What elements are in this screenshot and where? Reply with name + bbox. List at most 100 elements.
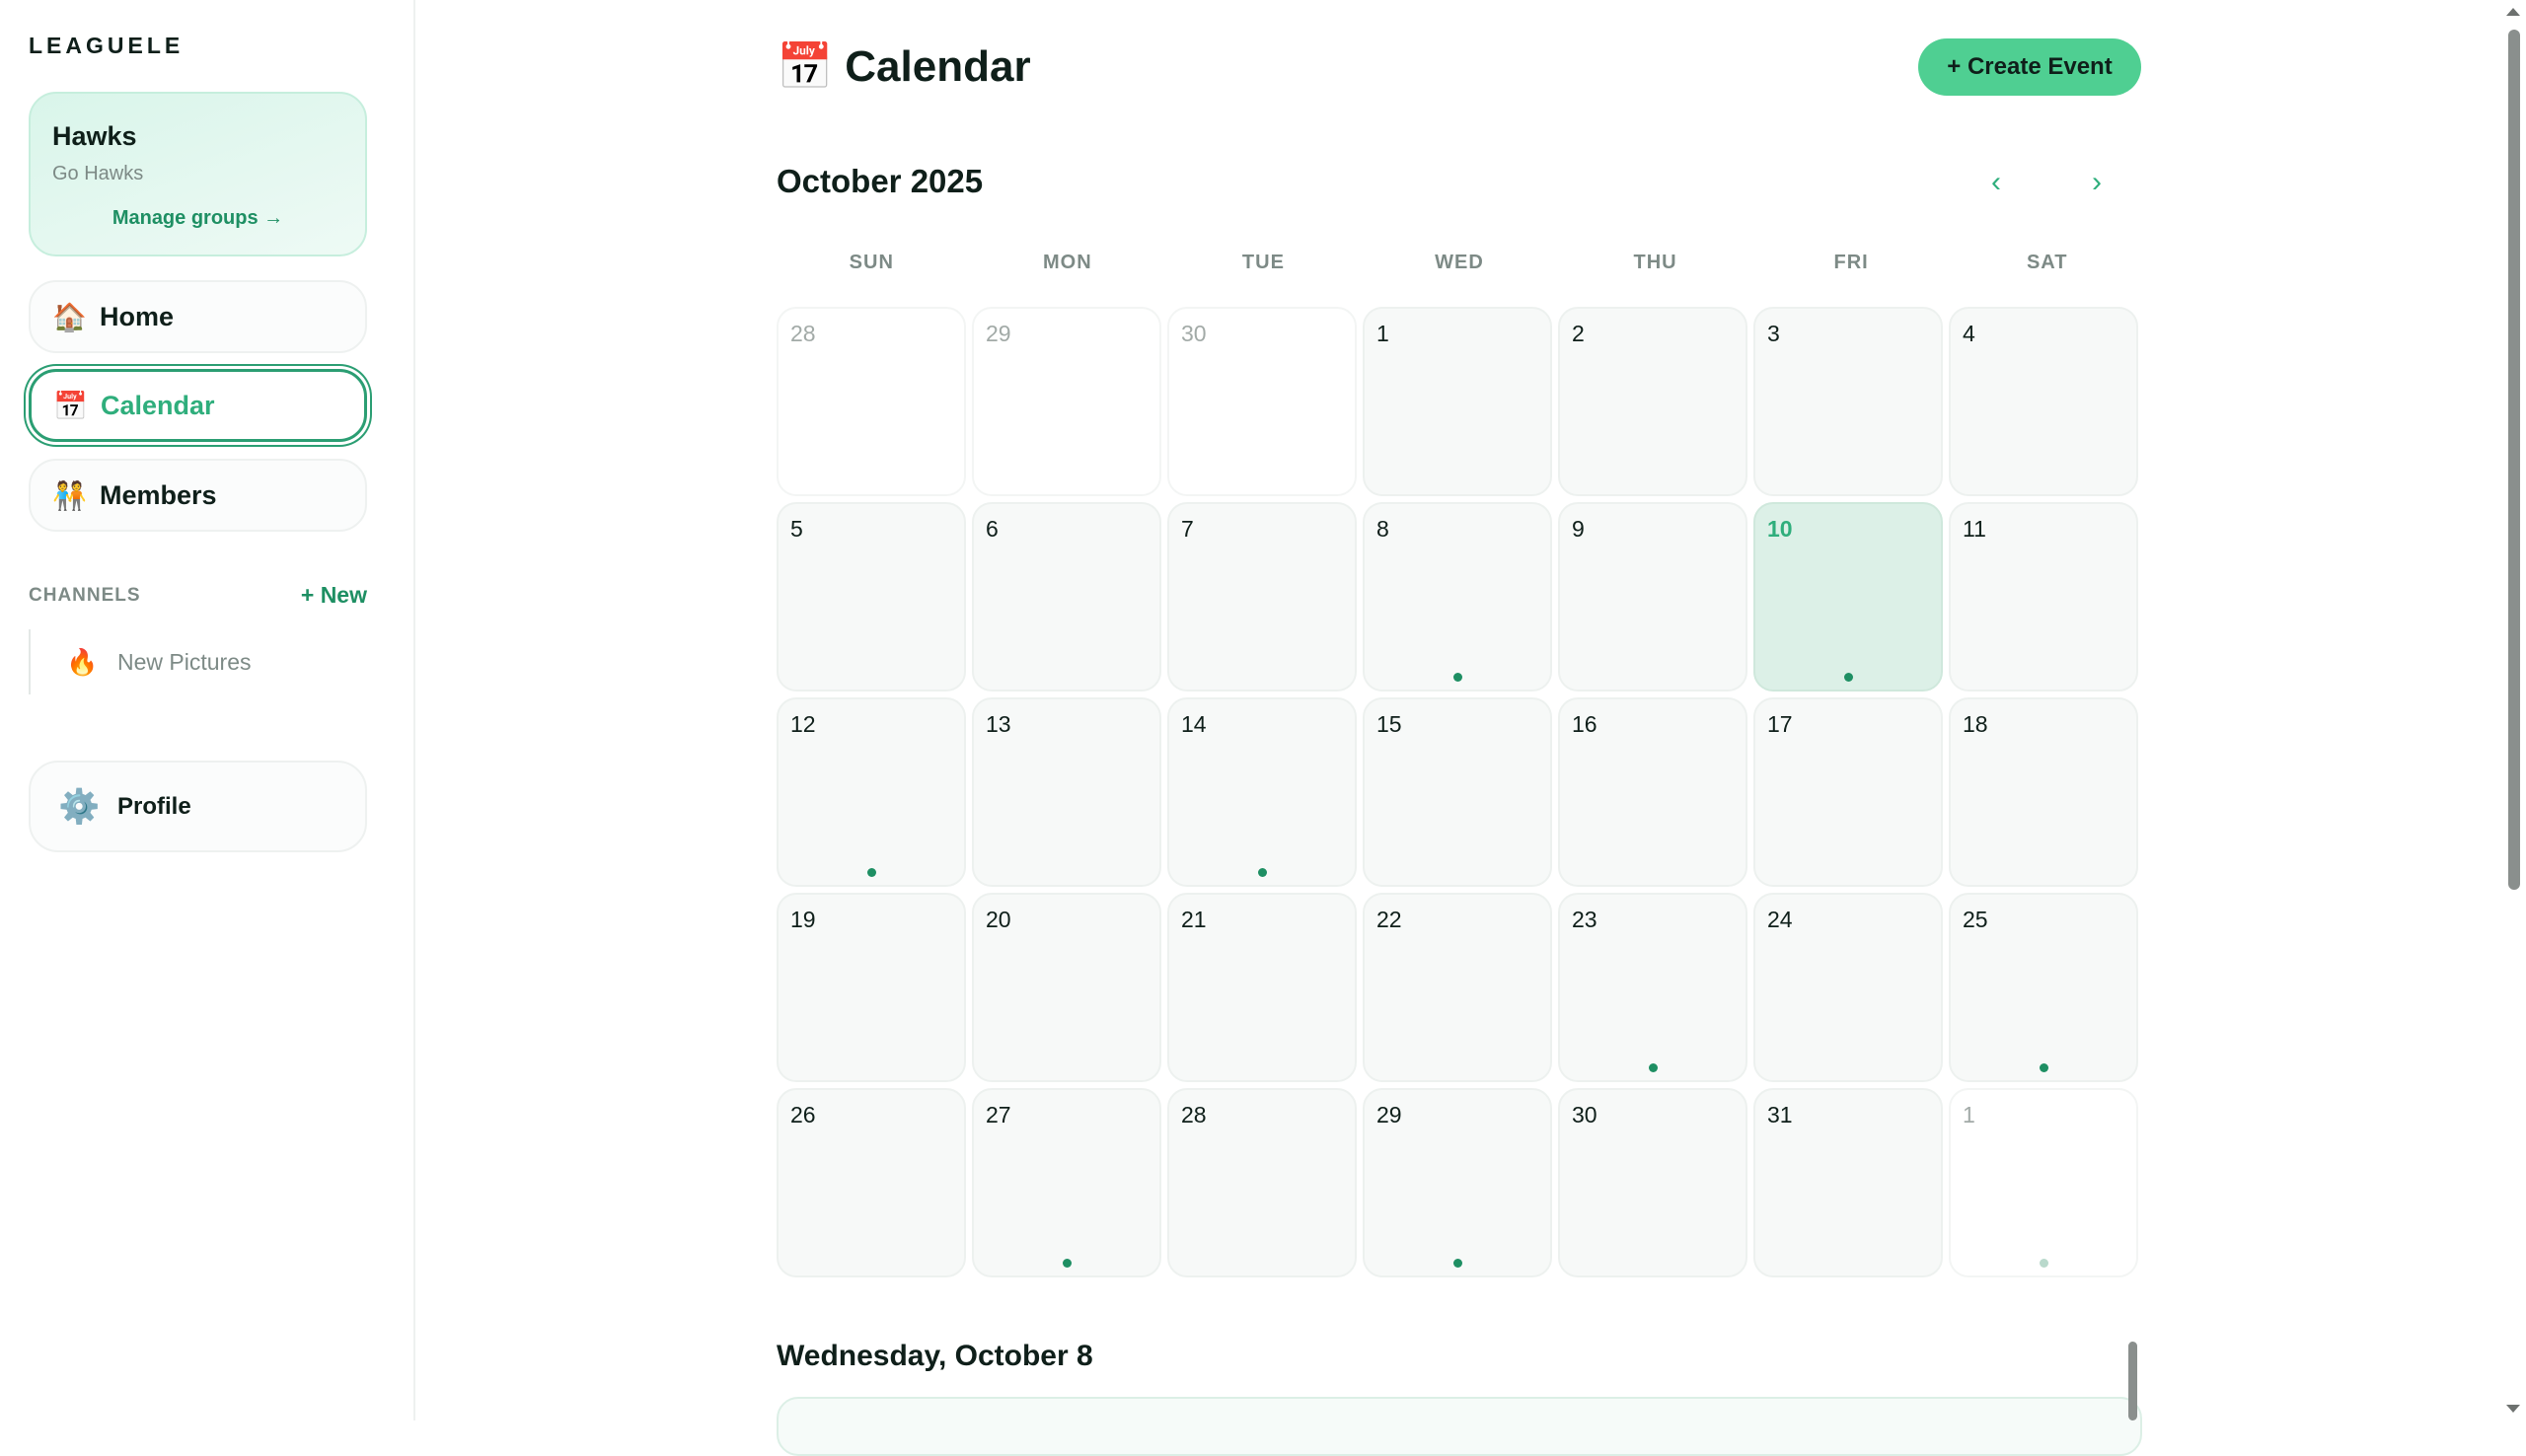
weekday-label: TUE	[1241, 252, 1285, 273]
profile-button[interactable]: ⚙️ Profile	[29, 761, 367, 852]
calendar-day[interactable]: 18	[1949, 697, 2138, 887]
day-number: 22	[1376, 907, 1402, 932]
calendar-day[interactable]: 29	[1363, 1088, 1552, 1277]
nav-item-members[interactable]: 🧑‍🤝‍🧑 Members	[29, 459, 367, 532]
calendar-day[interactable]: 26	[777, 1088, 966, 1277]
day-number: 5	[790, 516, 803, 542]
calendar-day[interactable]: 30	[1167, 307, 1357, 496]
calendar-day[interactable]: 21	[1167, 893, 1357, 1082]
nav-item-label: Members	[100, 479, 217, 510]
event-dot-icon	[1844, 673, 1853, 682]
calendar-day[interactable]: 31	[1753, 1088, 1943, 1277]
day-number: 29	[1376, 1102, 1402, 1128]
calendar-day[interactable]: 29	[972, 307, 1161, 496]
calendar-day[interactable]: 5	[777, 502, 966, 692]
day-number: 28	[1181, 1102, 1207, 1128]
calendar-day[interactable]: 3	[1753, 307, 1943, 496]
day-number: 6	[986, 516, 999, 542]
create-event-button[interactable]: + Create Event	[1918, 38, 2141, 96]
profile-label: Profile	[117, 792, 191, 820]
calendar-day[interactable]: 16	[1558, 697, 1747, 887]
day-number: 3	[1767, 321, 1780, 346]
day-number: 15	[1376, 711, 1402, 737]
calendar-day[interactable]: 22	[1363, 893, 1552, 1082]
scroll-up-icon[interactable]	[2506, 8, 2520, 16]
members-icon: 🧑‍🤝‍🧑	[52, 479, 87, 511]
calendar-day[interactable]: 24	[1753, 893, 1943, 1082]
calendar-day[interactable]: 27	[972, 1088, 1161, 1277]
day-number: 30	[1572, 1102, 1597, 1128]
calendar-day[interactable]: 20	[972, 893, 1161, 1082]
calendar-day[interactable]: 1	[1949, 1088, 2138, 1277]
day-number: 13	[986, 711, 1011, 737]
manage-groups-link[interactable]: Manage groups →	[31, 207, 365, 230]
nav-item-home[interactable]: 🏠 Home	[29, 280, 367, 353]
day-number: 1	[1963, 1102, 1975, 1128]
day-number: 2	[1572, 321, 1585, 346]
calendar-day[interactable]: 14	[1167, 697, 1357, 887]
calendar-day[interactable]: 23	[1558, 893, 1747, 1082]
day-number: 18	[1963, 711, 1988, 737]
calendar-day[interactable]: 28	[777, 307, 966, 496]
home-icon: 🏠	[52, 301, 87, 332]
day-number: 24	[1767, 907, 1793, 932]
calendar-day[interactable]: 15	[1363, 697, 1552, 887]
calendar-icon: 📅	[53, 390, 88, 421]
calendar-icon: 📅	[777, 40, 834, 92]
group-card: Hawks Go Hawks Manage groups →	[29, 92, 367, 256]
channel-item-new-pictures[interactable]: 🔥 New Pictures	[29, 629, 367, 694]
month-title: October 2025	[777, 163, 984, 199]
calendar-day[interactable]: 9	[1558, 502, 1747, 692]
day-number: 26	[790, 1102, 816, 1128]
calendar-day[interactable]: 13	[972, 697, 1161, 887]
page-title-text: Calendar	[845, 41, 1031, 91]
day-number: 7	[1181, 516, 1194, 542]
weekday-label: THU	[1633, 252, 1677, 273]
calendar-day[interactable]: 11	[1949, 502, 2138, 692]
day-number: 1	[1376, 321, 1389, 346]
day-number: 30	[1181, 321, 1207, 346]
calendar-day[interactable]: 30	[1558, 1088, 1747, 1277]
calendar-day[interactable]: 12	[777, 697, 966, 887]
scrollbar-thumb[interactable]	[2508, 30, 2520, 890]
calendar-day[interactable]: 28	[1167, 1088, 1357, 1277]
event-dot-icon	[1649, 1063, 1658, 1072]
page-scrollbar[interactable]	[2502, 0, 2526, 1420]
new-channel-button[interactable]: + New	[301, 582, 367, 609]
calendar-day[interactable]: 7	[1167, 502, 1357, 692]
day-number: 19	[790, 907, 816, 932]
gear-icon: ⚙️	[58, 787, 101, 826]
calendar-day[interactable]: 6	[972, 502, 1161, 692]
day-number: 14	[1181, 711, 1207, 737]
weekday-label: FRI	[1833, 252, 1869, 273]
calendar-day[interactable]: 25	[1949, 893, 2138, 1082]
day-number: 20	[986, 907, 1011, 932]
calendar-day[interactable]: 4	[1949, 307, 2138, 496]
calendar-day-today[interactable]: 10	[1753, 502, 1943, 692]
channels-label: CHANNELS	[29, 584, 141, 606]
scroll-down-icon[interactable]	[2506, 1405, 2520, 1413]
nav-item-calendar[interactable]: 📅 Calendar	[29, 369, 367, 442]
fire-icon: 🔥	[66, 646, 99, 677]
nav-item-label: Home	[100, 301, 175, 331]
day-number: 4	[1963, 321, 1975, 346]
event-dot-icon	[1063, 1259, 1072, 1268]
calendar-day[interactable]: 19	[777, 893, 966, 1082]
calendar-day[interactable]: 17	[1753, 697, 1943, 887]
chevron-left-icon[interactable]: ‹	[1976, 163, 2016, 202]
day-number: 27	[986, 1102, 1011, 1128]
weekday-label: MON	[1043, 252, 1092, 273]
weekday-label: SAT	[2026, 252, 2068, 273]
group-name: Hawks	[52, 121, 137, 151]
weekday-header: SUN MON TUE WED THU FRI SAT	[777, 252, 2142, 274]
event-dot-icon	[2040, 1259, 2048, 1268]
day-number: 25	[1963, 907, 1988, 932]
events-scrollbar[interactable]	[2128, 1342, 2137, 1420]
calendar-day[interactable]: 2	[1558, 307, 1747, 496]
chevron-right-icon[interactable]: ›	[2077, 163, 2117, 202]
calendar-grid: 28 29 30 1 2 3 4 5 6 7 8 9 10 11 12 13 14 15 16 17 18 19 20 21 2…	[777, 307, 2142, 1277]
event-dot-icon	[867, 868, 876, 877]
page-title: 📅 Calendar	[777, 39, 1031, 94]
calendar-day[interactable]: 1	[1363, 307, 1552, 496]
calendar-day[interactable]: 8	[1363, 502, 1552, 692]
